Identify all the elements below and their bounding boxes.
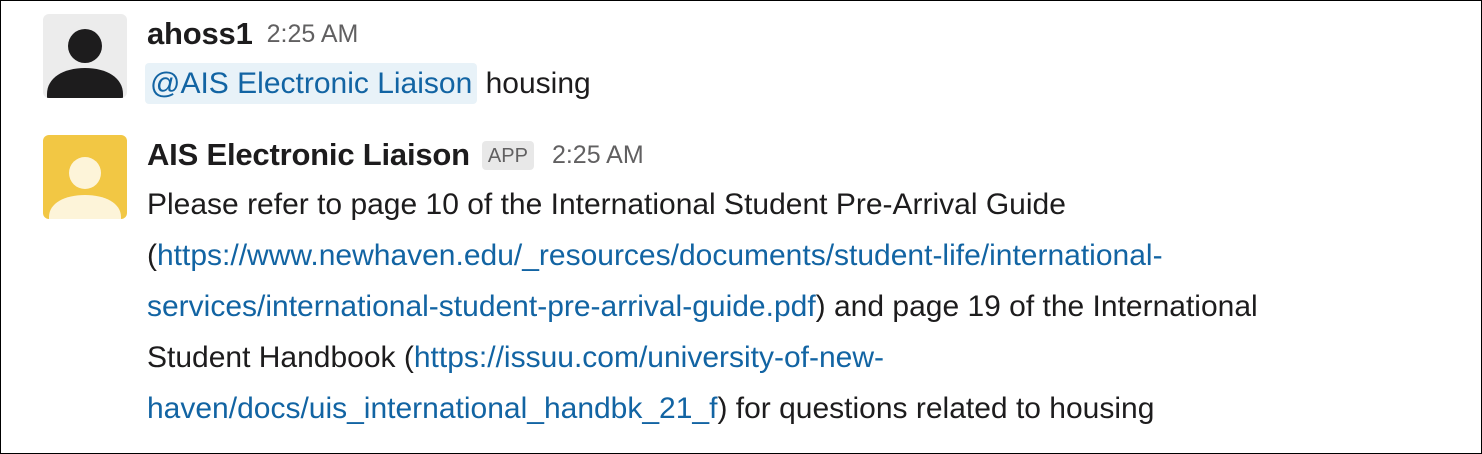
message-content: ahoss1 2:25 AM @AIS Electronic Liaison h… [145,14,1471,112]
app-avatar-icon[interactable] [43,135,127,219]
pre-arrival-guide-link[interactable]: https://www.newhaven.edu/_resources/docu… [157,239,1163,272]
chat-panel: ahoss1 2:25 AM @AIS Electronic Liaison h… [0,0,1482,454]
app-badge: APP [481,140,534,170]
pre-arrival-guide-link-cont[interactable]: services/international-student-pre-arriv… [147,290,816,323]
message-text: ) and page 19 of the International [815,290,1258,323]
message-body: Please refer to page 10 of the Internati… [147,179,1471,434]
sender-name[interactable]: ahoss1 [147,16,253,52]
message-text: ) for questions related to housing [717,392,1155,425]
message-content: AIS Electronic Liaison APP 2:25 AM Pleas… [147,135,1471,434]
message-line: Please refer to page 10 of the Internati… [147,188,1066,221]
message-line: haven/docs/uis_international_handbk_21_f… [147,383,1471,434]
message-line: (https://www.newhaven.edu/_resources/doc… [147,230,1471,281]
message-line: services/international-student-pre-arriv… [147,281,1471,332]
timestamp[interactable]: 2:25 AM [552,141,644,170]
timestamp[interactable]: 2:25 AM [267,20,359,49]
message-header: AIS Electronic Liaison APP 2:25 AM [147,135,1471,175]
student-handbook-link[interactable]: https://issuu.com/university-of-new- [414,341,884,374]
student-handbook-link-cont[interactable]: haven/docs/uis_international_handbk_21_f [147,392,717,425]
message-line: Student Handbook (https://issuu.com/univ… [147,332,1471,383]
message-body: @AIS Electronic Liaison housing [145,56,1471,112]
user-mention[interactable]: @AIS Electronic Liaison [145,63,478,104]
sender-name[interactable]: AIS Electronic Liaison [147,137,470,173]
paren-open: ( [147,239,157,272]
user-avatar-icon[interactable] [43,14,127,98]
message-text: housing [477,67,591,100]
message-header: ahoss1 2:25 AM [147,14,1471,54]
message-text: Student Handbook ( [147,341,414,374]
